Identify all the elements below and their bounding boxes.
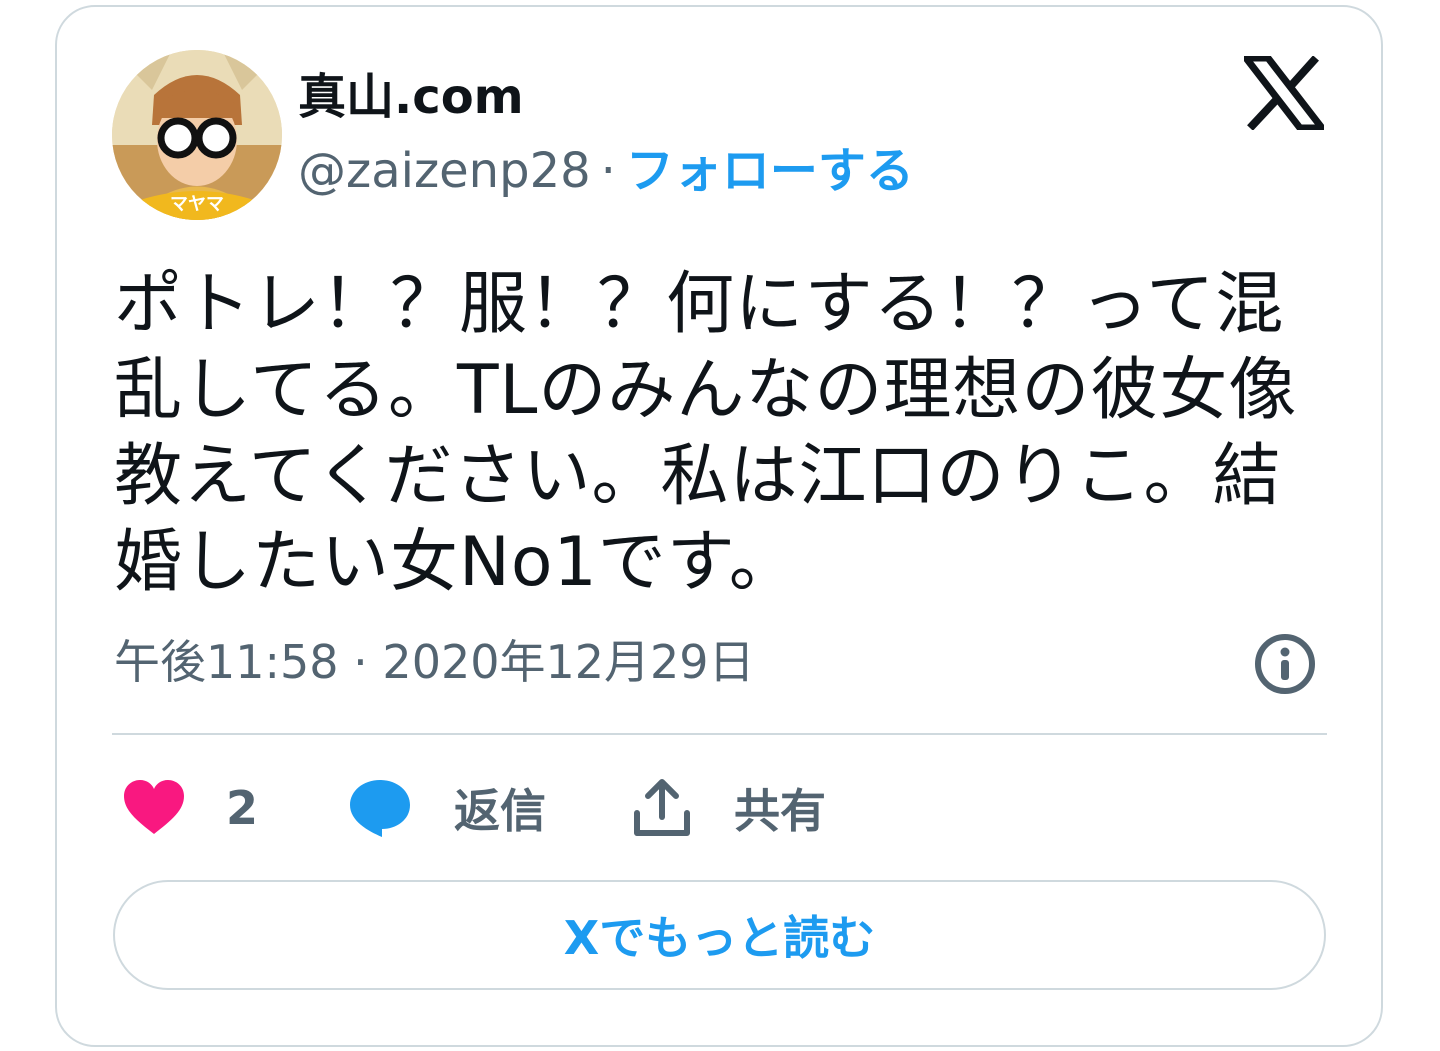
like-count: 2 <box>226 781 259 835</box>
timestamp[interactable]: 午後11:58 · 2020年12月29日 <box>114 632 755 692</box>
speech-bubble-icon <box>350 780 410 837</box>
heart-icon <box>124 780 184 834</box>
display-name[interactable]: 真山.com <box>298 68 524 126</box>
avatar[interactable]: マヤマ <box>112 50 282 220</box>
avatar-badge: マヤマ <box>170 194 224 215</box>
upload-icon <box>634 779 690 836</box>
x-logo-icon[interactable] <box>1244 56 1324 130</box>
share-button[interactable]: 共有 <box>632 770 826 846</box>
handle[interactable]: @zaizenp28 <box>298 143 591 199</box>
like-button[interactable]: 2 <box>122 770 258 846</box>
share-label: 共有 <box>734 784 826 838</box>
divider <box>112 733 1327 735</box>
reply-button[interactable]: 返信 <box>348 770 546 846</box>
read-more-label: Xでもっと読む <box>563 911 876 965</box>
separator-dot: · <box>600 143 616 199</box>
tweet-text: ポトレ！？服！？何にする！？って混乱してる。TLのみんなの理想の彼女像教えてくだ… <box>114 265 1298 602</box>
read-more-button[interactable]: Xでもっと読む <box>113 880 1326 990</box>
info-icon[interactable] <box>1253 632 1317 696</box>
follow-link[interactable]: フォローする <box>626 143 914 199</box>
handle-row: @zaizenp28 · フォローする <box>298 140 914 202</box>
reply-label: 返信 <box>454 784 546 838</box>
